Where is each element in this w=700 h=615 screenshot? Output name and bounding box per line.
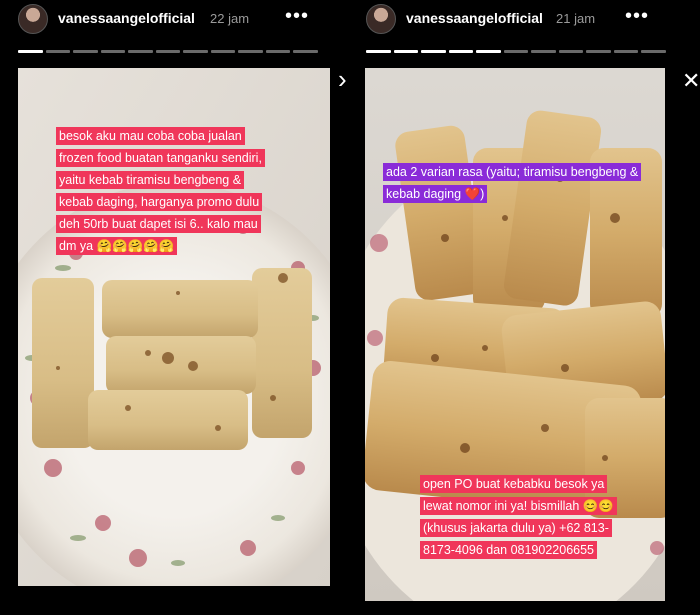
story-caption-top: ada 2 varian rasa (yaitu; tiramisu bengb… [383,163,642,203]
story-progress-bar [366,50,667,53]
username[interactable]: vanessaangelofficial [406,10,543,26]
next-story-icon[interactable]: › [338,66,347,92]
story-photo: besok aku mau coba coba jualan frozen fo… [18,68,330,586]
story-progress-bar [18,50,319,53]
avatar[interactable] [366,4,396,34]
username[interactable]: vanessaangelofficial [58,10,195,26]
story-photo: ada 2 varian rasa (yaitu; tiramisu bengb… [365,68,665,601]
story-header: vanessaangelofficial 21 jam ••• [358,0,688,40]
caption-box-top: ada 2 varian rasa (yaitu; tiramisu bengb… [383,161,651,205]
post-time: 22 jam [210,11,250,26]
caption-box-bottom: open PO buat kebabku besok ya lewat nomo… [420,473,620,561]
caption-box: besok aku mau coba coba jualan frozen fo… [56,125,274,257]
avatar[interactable] [18,4,48,34]
story-header: vanessaangelofficial 22 jam ••• [10,0,340,40]
story-left[interactable]: vanessaangelofficial 22 jam ••• besok ak… [10,0,340,615]
story-caption: besok aku mau coba coba jualan frozen fo… [56,127,265,255]
story-caption-bottom: open PO buat kebabku besok ya lewat nomo… [420,475,617,559]
close-icon[interactable]: ✕ [682,70,700,92]
more-options-icon[interactable]: ••• [625,5,649,28]
story-right[interactable]: vanessaangelofficial 21 jam ••• ada 2 va… [358,0,688,615]
more-options-icon[interactable]: ••• [285,5,309,28]
post-time: 21 jam [556,11,596,26]
